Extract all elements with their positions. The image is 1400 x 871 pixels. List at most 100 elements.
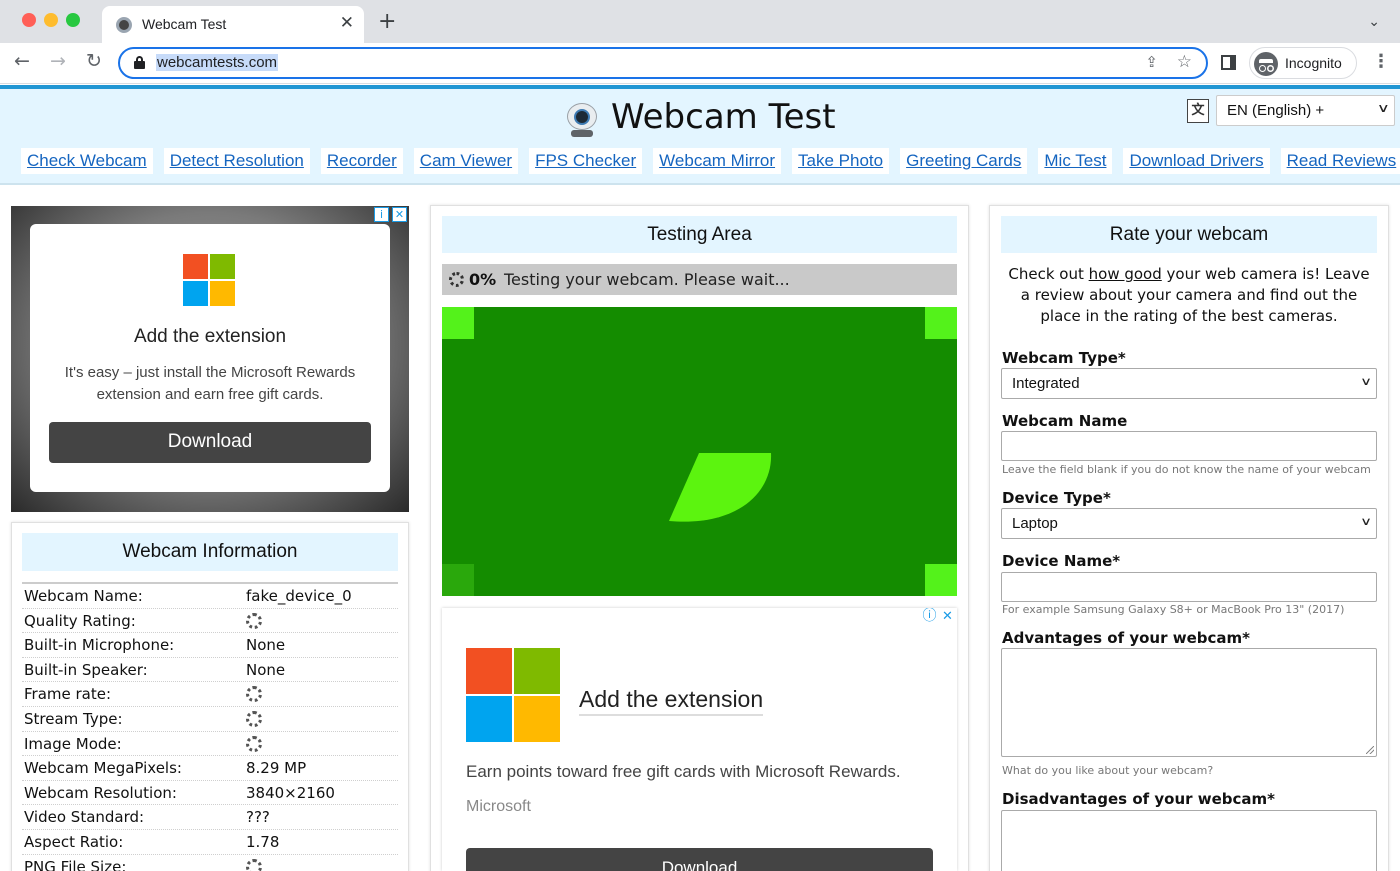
ad-close-icon[interactable]: ✕ xyxy=(392,207,407,222)
adchoices-info-icon[interactable]: ⓘ xyxy=(922,609,937,625)
info-value: 1.78 xyxy=(246,832,280,851)
maximize-window-button[interactable] xyxy=(66,13,80,27)
info-label: Webcam MegaPixels: xyxy=(24,759,182,778)
incognito-icon xyxy=(1254,52,1278,76)
info-row: Aspect Ratio: 1.78 xyxy=(22,830,398,855)
info-value: None xyxy=(246,636,286,655)
language-select[interactable]: EN (English) + ∨ xyxy=(1216,95,1395,126)
forward-arrow-icon[interactable]: → xyxy=(50,50,66,72)
device-type-value: Laptop xyxy=(1012,515,1058,532)
info-row: Webcam Name: fake_device_0 xyxy=(22,584,398,609)
nav-cam-viewer[interactable]: Cam Viewer xyxy=(413,148,519,174)
browser-tab[interactable]: Webcam Test ✕ xyxy=(102,6,364,43)
adchoices-info-icon[interactable]: i xyxy=(374,207,389,222)
test-pattern-shape xyxy=(669,453,772,522)
site-nav: Check Webcam Detect Resolution Recorder … xyxy=(21,148,1400,174)
chevron-down-icon: ∨ xyxy=(1377,101,1391,115)
info-label: Webcam Name: xyxy=(24,587,143,605)
ad-download-button[interactable]: Download xyxy=(466,848,933,871)
incognito-label: Incognito xyxy=(1285,55,1342,71)
progress-percent: 0% xyxy=(469,270,497,289)
video-corner-marker xyxy=(442,307,474,339)
close-window-button[interactable] xyxy=(22,13,36,27)
info-row: Built-in Microphone: None xyxy=(22,633,398,658)
reload-icon[interactable]: ↻ xyxy=(86,50,102,72)
nav-download-drivers[interactable]: Download Drivers xyxy=(1123,148,1270,174)
webcam-favicon-icon xyxy=(116,17,132,33)
side-panel-icon[interactable] xyxy=(1221,55,1236,70)
tab-close-icon[interactable]: ✕ xyxy=(340,13,354,33)
info-row: Webcam Resolution: 3840×2160 xyxy=(22,781,398,806)
loading-spinner-icon xyxy=(246,686,262,703)
ad-title: Add the extension xyxy=(133,326,287,347)
browser-menu-icon[interactable]: ⋮ xyxy=(1372,51,1390,72)
back-arrow-icon[interactable]: ← xyxy=(14,50,30,72)
loading-spinner-icon xyxy=(246,735,262,752)
webcam-logo-icon xyxy=(565,103,599,137)
how-good-link[interactable]: how good xyxy=(1089,265,1162,283)
new-tab-icon[interactable]: + xyxy=(378,9,396,34)
nav-mic-test[interactable]: Mic Test xyxy=(1038,148,1113,174)
share-icon[interactable]: ⇪ xyxy=(1145,53,1158,71)
webcam-type-label: Webcam Type* xyxy=(1002,349,1126,367)
loading-spinner-icon xyxy=(246,858,262,871)
webcam-name-input[interactable] xyxy=(1001,431,1377,461)
chevron-down-icon: ∨ xyxy=(1359,375,1373,388)
info-label: Frame rate: xyxy=(24,685,112,704)
device-name-hint: For example Samsung Galaxy S8+ or MacBoo… xyxy=(1002,603,1345,616)
tab-search-chevron-icon[interactable]: ⌄ xyxy=(1368,14,1380,30)
info-label: Webcam Resolution: xyxy=(24,783,177,802)
loading-spinner-icon xyxy=(449,272,464,287)
nav-check-webcam[interactable]: Check Webcam xyxy=(21,148,153,174)
video-corner-marker xyxy=(925,307,957,339)
url-text[interactable]: webcamtests.com xyxy=(156,54,279,71)
advantages-label: Advantages of your webcam* xyxy=(1002,629,1250,647)
microsoft-logo-icon xyxy=(466,648,560,742)
advantages-textarea[interactable] xyxy=(1001,648,1377,757)
resize-grip-icon[interactable] xyxy=(1366,746,1374,754)
webcam-type-value: Integrated xyxy=(1012,375,1080,392)
info-label: Image Mode: xyxy=(24,734,122,753)
webcam-name-label: Webcam Name xyxy=(1002,412,1128,430)
nav-detect-resolution[interactable]: Detect Resolution xyxy=(163,148,310,174)
info-label: Built-in Microphone: xyxy=(24,636,175,655)
ad-download-button[interactable]: Download xyxy=(49,422,371,463)
info-value: fake_device_0 xyxy=(246,587,352,605)
address-bar[interactable]: webcamtests.com ⇪ ☆ xyxy=(118,47,1208,79)
incognito-profile-button[interactable]: Incognito xyxy=(1249,47,1357,79)
microsoft-logo-icon xyxy=(183,254,235,306)
loading-spinner-icon xyxy=(246,612,262,629)
webcam-name-hint: Leave the field blank if you do not know… xyxy=(1002,463,1371,476)
language-value: EN (English) + xyxy=(1227,102,1325,119)
chevron-down-icon: ∨ xyxy=(1359,515,1373,528)
device-type-select[interactable]: Laptop ∨ xyxy=(1001,508,1377,539)
testing-area-heading: Testing Area xyxy=(442,216,957,253)
nav-fps-checker[interactable]: FPS Checker xyxy=(529,148,643,174)
ad-close-icon[interactable]: ✕ xyxy=(940,610,955,625)
advantages-hint: What do you like about your webcam? xyxy=(1002,764,1214,777)
disadvantages-label: Disadvantages of your webcam* xyxy=(1002,790,1276,808)
info-value: 8.29 MP xyxy=(246,759,307,778)
webcam-type-select[interactable]: Integrated ∨ xyxy=(1001,368,1377,399)
advertisement-center[interactable]: ⓘ ✕ Add the extension Earn points toward… xyxy=(442,608,957,871)
nav-read-reviews[interactable]: Read Reviews xyxy=(1280,148,1400,174)
info-row: Image Mode: xyxy=(22,732,398,757)
advertisement-left[interactable]: i ✕ Add the extension It's easy – just i… xyxy=(11,206,409,512)
nav-take-photo[interactable]: Take Photo xyxy=(792,148,890,174)
minimize-window-button[interactable] xyxy=(44,13,58,27)
loading-spinner-icon xyxy=(246,710,262,727)
webcam-info-table: Webcam Name: fake_device_0 Quality Rating:… xyxy=(22,582,398,871)
device-name-input[interactable] xyxy=(1001,572,1377,602)
nav-recorder[interactable]: Recorder xyxy=(320,148,403,174)
nav-greeting-cards[interactable]: Greeting Cards xyxy=(900,148,1028,174)
nav-webcam-mirror[interactable]: Webcam Mirror xyxy=(653,148,782,174)
info-label: Video Standard: xyxy=(24,808,145,827)
bookmark-star-icon[interactable]: ☆ xyxy=(1177,52,1192,72)
info-value: None xyxy=(246,660,286,679)
site-title[interactable]: Webcam Test xyxy=(611,97,836,137)
ad-title[interactable]: Add the extension xyxy=(579,686,764,716)
device-type-label: Device Type* xyxy=(1002,489,1111,507)
lock-icon[interactable] xyxy=(134,56,145,69)
disadvantages-textarea[interactable] xyxy=(1001,810,1377,871)
info-label: Built-in Speaker: xyxy=(24,660,148,679)
